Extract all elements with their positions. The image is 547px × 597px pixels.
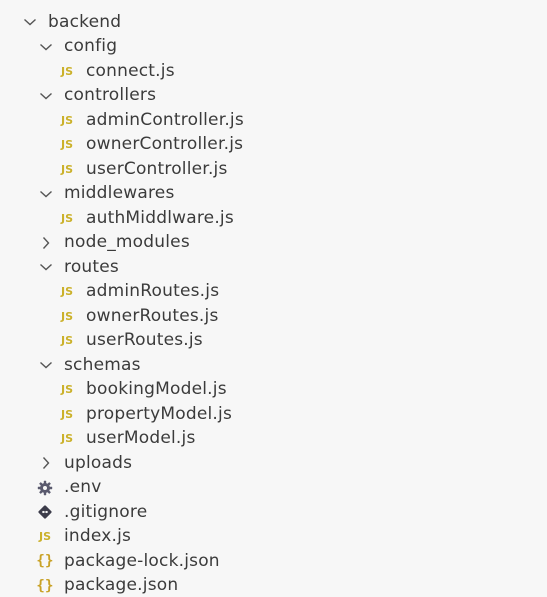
file-adminroutes-js[interactable]: JS adminRoutes.js [0, 280, 547, 305]
file-label: ownerRoutes.js [86, 305, 219, 326]
js-file-icon: JS [60, 64, 73, 78]
file-env[interactable]: .env [0, 476, 547, 501]
js-file-icon: JS [60, 383, 73, 397]
file-gitignore[interactable]: .gitignore [0, 500, 547, 525]
folder-uploads[interactable]: uploads [0, 451, 547, 476]
chevron-down-icon[interactable] [38, 259, 54, 275]
file-label: propertyModel.js [86, 403, 232, 424]
chevron-down-icon[interactable] [38, 357, 54, 373]
file-admincontroller-js[interactable]: JS adminController.js [0, 108, 547, 133]
file-label: connect.js [86, 60, 175, 81]
file-label: userController.js [86, 158, 228, 179]
folder-label: backend [48, 11, 122, 32]
file-explorer: backend config JS connect.js controllers… [0, 0, 547, 597]
file-label: ownerController.js [86, 134, 244, 155]
file-index-js[interactable]: JS index.js [0, 525, 547, 550]
file-label: bookingModel.js [86, 379, 227, 400]
js-file-icon: JS [60, 162, 73, 176]
file-connect-js[interactable]: JS connect.js [0, 59, 547, 84]
folder-controllers[interactable]: controllers [0, 84, 547, 109]
chevron-down-icon[interactable] [38, 39, 54, 55]
file-label: .gitignore [64, 501, 148, 522]
folder-label: node_modules [64, 232, 190, 253]
js-file-icon: JS [60, 211, 73, 225]
json-file-icon: {} [36, 553, 54, 570]
file-userroutes-js[interactable]: JS userRoutes.js [0, 329, 547, 354]
folder-backend[interactable]: backend [0, 10, 547, 35]
file-authmiddlware-js[interactable]: JS authMiddlware.js [0, 206, 547, 231]
file-ownercontroller-js[interactable]: JS ownerController.js [0, 133, 547, 158]
file-label: adminController.js [86, 109, 244, 130]
folder-label: schemas [64, 354, 141, 375]
file-tree: backend config JS connect.js controllers… [0, 10, 547, 597]
gear-icon [36, 480, 54, 496]
chevron-right-icon[interactable] [38, 235, 54, 251]
js-file-icon: JS [60, 334, 73, 348]
js-file-icon: JS [60, 432, 73, 446]
git-icon [36, 504, 54, 520]
file-package-json[interactable]: {} package.json [0, 574, 547, 597]
folder-label: uploads [64, 452, 133, 473]
js-file-icon: JS [60, 285, 73, 299]
folder-node-modules[interactable]: node_modules [0, 231, 547, 256]
js-file-icon: JS [60, 138, 73, 152]
folder-middlewares[interactable]: middlewares [0, 182, 547, 207]
chevron-down-icon[interactable] [38, 88, 54, 104]
file-label: package-lock.json [64, 550, 220, 571]
file-package-lock-json[interactable]: {} package-lock.json [0, 549, 547, 574]
file-label: userRoutes.js [86, 330, 203, 351]
folder-label: middlewares [64, 183, 175, 204]
file-ownerroutes-js[interactable]: JS ownerRoutes.js [0, 304, 547, 329]
chevron-down-icon[interactable] [22, 14, 38, 30]
file-usermodel-js[interactable]: JS userModel.js [0, 427, 547, 452]
folder-schemas[interactable]: schemas [0, 353, 547, 378]
file-label: index.js [64, 526, 132, 547]
file-propertymodel-js[interactable]: JS propertyModel.js [0, 402, 547, 427]
js-file-icon: JS [38, 530, 51, 544]
folder-label: config [64, 36, 118, 57]
folder-config[interactable]: config [0, 35, 547, 60]
js-file-icon: JS [60, 113, 73, 127]
folder-routes[interactable]: routes [0, 255, 547, 280]
file-label: package.json [64, 575, 179, 596]
file-label: authMiddlware.js [86, 207, 234, 228]
file-label: .env [64, 477, 102, 498]
json-file-icon: {} [36, 577, 54, 594]
chevron-down-icon[interactable] [38, 186, 54, 202]
js-file-icon: JS [60, 407, 73, 421]
folder-label: controllers [64, 85, 157, 106]
file-usercontroller-js[interactable]: JS userController.js [0, 157, 547, 182]
file-label: userModel.js [86, 428, 196, 449]
js-file-icon: JS [60, 309, 73, 323]
file-bookingmodel-js[interactable]: JS bookingModel.js [0, 378, 547, 403]
file-label: adminRoutes.js [86, 281, 220, 302]
chevron-right-icon[interactable] [38, 455, 54, 471]
folder-label: routes [64, 256, 119, 277]
